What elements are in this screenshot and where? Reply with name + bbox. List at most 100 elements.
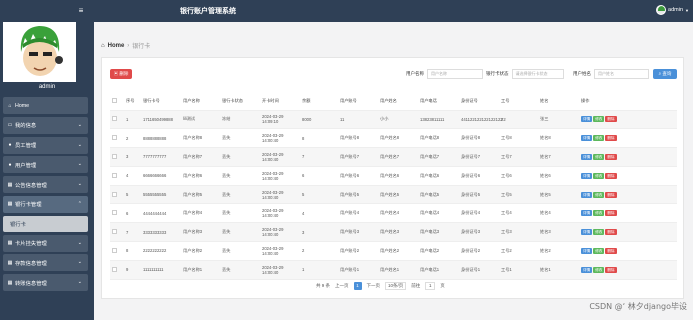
row-select[interactable] <box>110 185 124 205</box>
row-select[interactable] <box>110 260 124 280</box>
table-cell: 姓名4 <box>538 203 579 224</box>
row-delete-button[interactable]: 删除 <box>605 247 617 254</box>
sidebar-item-deposit[interactable]: ▦ 存款信息管理 ⌄ <box>3 254 88 272</box>
row-delete-button[interactable]: 删除 <box>605 172 617 179</box>
table-cell: 用户电话8 <box>418 128 459 149</box>
edit-button[interactable]: 修改 <box>593 210 605 217</box>
sidebar-item-transfer[interactable]: ▦ 转账信息管理 ⌄ <box>3 274 88 292</box>
pagination: 共 9 条 上一页 1 下一页 10条/页 前往 1 页 <box>316 282 445 290</box>
sidebar-item-home[interactable]: ⌂ Home <box>3 97 88 114</box>
row-delete-button[interactable]: 删除 <box>605 116 617 123</box>
table-cell: 丢失 <box>220 128 260 149</box>
detail-button[interactable]: 详情 <box>581 172 593 179</box>
checkbox[interactable] <box>112 98 117 104</box>
sidebar-item-card-loss[interactable]: ▦ 卡片挂失管理 ⌄ <box>3 234 88 252</box>
home-icon: ⌂ <box>101 42 105 49</box>
row-delete-button[interactable]: 删除 <box>605 229 617 236</box>
table-cell: 用户电话5 <box>418 185 459 205</box>
delete-label: 删除 <box>119 71 129 76</box>
filter-group: 用户名称 用户名称 <box>406 69 483 79</box>
caret-down-icon: ▼ <box>685 7 689 13</box>
table-cell: 用户电话6 <box>418 166 459 186</box>
username-input[interactable]: 用户名称 <box>427 69 483 79</box>
table-cell: 工号2 <box>499 241 538 261</box>
edit-button[interactable]: 修改 <box>593 229 605 236</box>
filter-group: 用户姓名 用户姓名 <box>573 69 649 79</box>
detail-button[interactable]: 详情 <box>581 210 593 217</box>
table-cell: 丢失 <box>220 241 260 261</box>
detail-button[interactable]: 详情 <box>581 135 593 142</box>
breadcrumb-home[interactable]: Home <box>108 43 125 49</box>
user-name-input[interactable]: 用户姓名 <box>594 69 649 79</box>
row-select[interactable] <box>110 147 124 167</box>
user-menu[interactable]: admin ▼ <box>656 5 689 15</box>
row-delete-button[interactable]: 删除 <box>605 153 617 160</box>
page-size-select[interactable]: 10条/页 <box>385 282 407 290</box>
checkbox[interactable] <box>112 247 117 253</box>
sidebar-item-notice[interactable]: ▦ 公告信息管理 ⌄ <box>3 176 88 194</box>
checkbox[interactable] <box>112 135 117 141</box>
edit-button[interactable]: 修改 <box>593 135 605 142</box>
data-table: 序号 银行卡号 用户名称 银行卡状态 开卡时间 余额 用户账号 用户姓名 用户电… <box>110 93 677 280</box>
table-row: 6 4444444444 用户名称4 丢失 2024-03-29 14:00:40 4 用户… <box>110 203 677 224</box>
delete-button[interactable]: ▣ 删除 <box>110 69 132 79</box>
search-button[interactable]: ⌕ 查询 <box>653 69 677 79</box>
row-select[interactable] <box>110 203 124 224</box>
sidebar-item-employee[interactable]: ● 员工管理 ⌄ <box>3 136 88 154</box>
checkbox[interactable] <box>112 266 117 272</box>
edit-button[interactable]: 修改 <box>593 266 605 273</box>
sidebar-subitem-bank-card[interactable]: 银行卡 <box>3 215 88 232</box>
table-cell: 4 <box>124 166 141 186</box>
edit-button[interactable]: 修改 <box>593 191 605 198</box>
detail-button[interactable]: 详情 <box>581 229 593 236</box>
row-select[interactable] <box>110 110 124 130</box>
content-card: ▣ 删除 用户名称 用户名称 银行卡状态 请选择银行卡状态 用户姓名 用户姓名 … <box>101 57 684 299</box>
table-cell: 用户名称8 <box>181 128 220 149</box>
header-select-all[interactable] <box>110 93 124 111</box>
table-cell: 身份证号3 <box>459 222 499 243</box>
pagination-prev[interactable]: 上一页 <box>335 283 349 289</box>
sidebar-item-bank-card[interactable]: ▦ 银行卡管理 ⌃ <box>3 195 88 213</box>
table-cell: 姓名1 <box>538 260 579 280</box>
edit-button[interactable]: 修改 <box>593 247 605 254</box>
user-name: admin <box>668 7 684 13</box>
detail-button[interactable]: 详情 <box>581 116 593 123</box>
row-select[interactable] <box>110 241 124 261</box>
table-cell: 8 <box>124 241 141 261</box>
checkbox[interactable] <box>112 116 117 122</box>
sidebar-item-users[interactable]: ● 用户管理 ⌄ <box>3 156 88 174</box>
filter-label-username: 用户名称 <box>406 71 424 76</box>
pagination-current-page[interactable]: 1 <box>353 282 362 290</box>
menu-toggle-icon[interactable]: ≡ <box>76 6 86 15</box>
detail-button[interactable]: 详情 <box>581 266 593 273</box>
row-delete-button[interactable]: 删除 <box>605 191 617 198</box>
user-icon: ● <box>8 142 12 149</box>
row-delete-button[interactable]: 删除 <box>605 135 617 142</box>
app-title: 银行账户管理系统 <box>180 8 236 15</box>
row-delete-button[interactable]: 删除 <box>605 210 617 217</box>
table-cell: 7777777777 <box>141 147 181 167</box>
row-select[interactable] <box>110 166 124 186</box>
detail-button[interactable]: 详情 <box>581 191 593 198</box>
edit-button[interactable]: 修改 <box>593 153 605 160</box>
edit-button[interactable]: 修改 <box>593 116 605 123</box>
sidebar-item-my-info[interactable]: ▭ 我的信息 ⌄ <box>3 116 88 134</box>
card-status-select[interactable]: 请选择银行卡状态 <box>511 69 564 79</box>
pagination-goto-input[interactable]: 1 <box>425 282 436 290</box>
checkbox[interactable] <box>112 153 117 159</box>
table-cell: 2024-03-29 14:09:10 <box>260 110 300 130</box>
checkbox[interactable] <box>112 210 117 216</box>
checkbox[interactable] <box>112 229 117 235</box>
row-select[interactable] <box>110 128 124 149</box>
checkbox[interactable] <box>112 172 117 178</box>
detail-button[interactable]: 详情 <box>581 153 593 160</box>
row-select[interactable] <box>110 222 124 243</box>
row-delete-button[interactable]: 删除 <box>605 266 617 273</box>
detail-button[interactable]: 详情 <box>581 247 593 254</box>
checkbox[interactable] <box>112 191 117 197</box>
edit-button[interactable]: 修改 <box>593 172 605 179</box>
avatar <box>656 5 667 15</box>
pagination-next[interactable]: 下一页 <box>367 283 381 289</box>
table-cell: 6 <box>300 166 338 186</box>
table-cell: 2024-03-29 14:00:40 <box>260 128 300 149</box>
